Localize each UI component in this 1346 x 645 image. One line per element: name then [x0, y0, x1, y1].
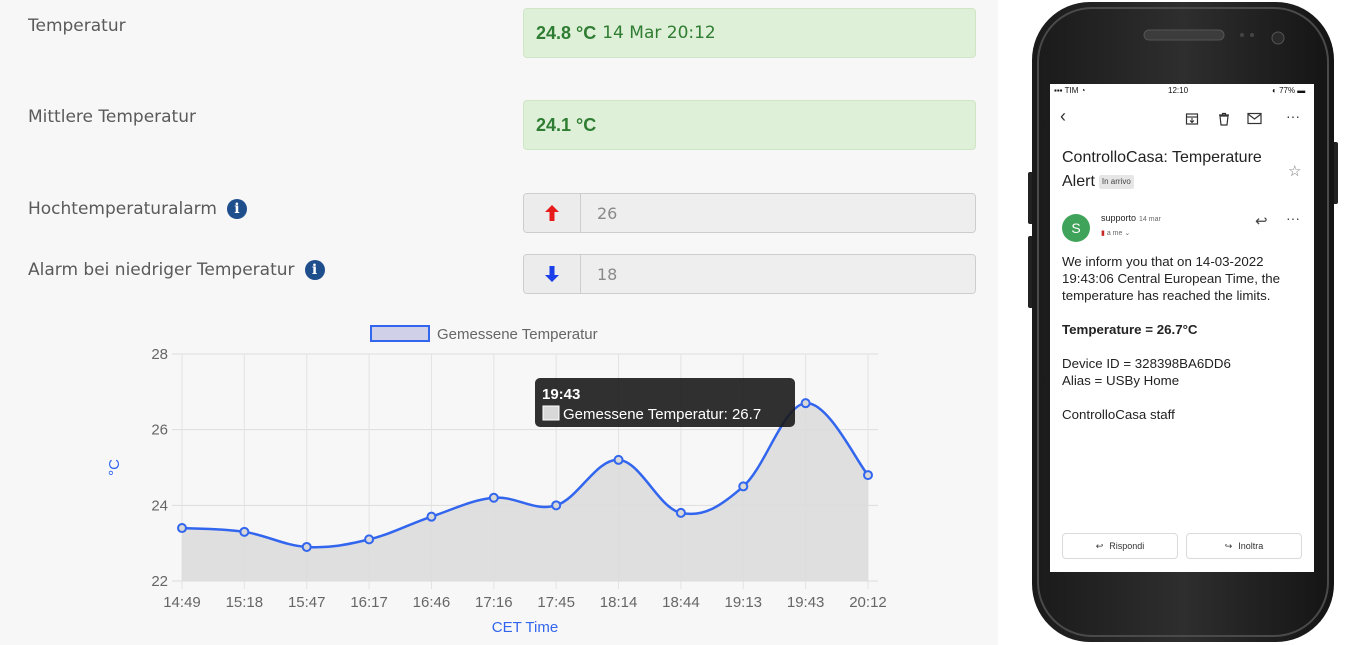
data-point [239, 526, 250, 537]
high-alarm-label-text: Hochtemperaturalarm [28, 199, 217, 219]
lock-icon: ▮ [1101, 230, 1105, 237]
inbox-tag: In arrivo [1098, 175, 1134, 189]
tooltip-title: 19:43 [542, 386, 580, 403]
sender-line: supporto 14 mar [1101, 213, 1161, 223]
y-tick-label: 26 [151, 422, 168, 439]
reply-icon: ↩ [1095, 540, 1104, 551]
x-tick-label: 16:46 [413, 594, 451, 611]
temperature-value-box: 24.8 °C 14 Mar 20:12 [523, 8, 976, 58]
temperature-chart: 22 24 26 28 14:49 15:18 15:47 16:17 16:46 17:16 17… [106, 325, 887, 636]
sender-name: supporto [1101, 213, 1137, 223]
forward-icon: ↪ [1224, 540, 1233, 551]
status-battery: ◐ 77% ▬ [1272, 86, 1306, 95]
data-point [675, 507, 686, 518]
info-icon[interactable]: i [304, 260, 325, 280]
reply-icon[interactable]: ↩ [1255, 212, 1268, 230]
arrow-up-icon [524, 194, 581, 232]
y-tick-label: 22 [151, 573, 168, 590]
temperature-value: 24.8 °C [536, 22, 597, 43]
phone-device: ▪▪▪ TIM ◔ 12:10 ◐ 77% ▬ ‹ ··· ControlloC… [1002, 0, 1346, 645]
phone-screen: ▪▪▪ TIM ◔ 12:10 ◐ 77% ▬ ‹ ··· ControlloC… [1050, 84, 1314, 572]
data-point [863, 470, 873, 481]
x-tick-label: 17:16 [475, 594, 513, 611]
email-temperature-line: Temperature = 26.7°C [1062, 322, 1198, 337]
more-icon[interactable]: ··· [1286, 108, 1300, 124]
x-tick-label: 19:13 [724, 594, 762, 611]
legend-swatch [370, 325, 430, 342]
recipient-line[interactable]: ▮ a me ⌄ [1101, 229, 1130, 237]
data-point [800, 398, 811, 409]
low-alarm-label: Alarm bei niedriger Temperatur i [28, 260, 325, 280]
tooltip-swatch [542, 405, 560, 421]
email-device-id: Device ID = 328398BA6DD6 [1062, 356, 1231, 371]
x-tick-label: 20:12 [849, 594, 887, 611]
email-signature: ControlloCasa staff [1062, 407, 1175, 422]
y-tick-label: 24 [151, 497, 168, 514]
data-point [364, 534, 375, 545]
x-tick-label: 16:17 [350, 594, 388, 611]
data-point [738, 481, 749, 492]
data-point [488, 492, 499, 503]
back-icon[interactable]: ‹ [1060, 106, 1066, 127]
data-point [301, 541, 312, 552]
mail-icon[interactable] [1247, 112, 1262, 125]
status-carrier: ▪▪▪ TIM ◔ [1054, 86, 1086, 95]
star-icon[interactable]: ☆ [1288, 162, 1301, 180]
y-tick-label: 28 [151, 346, 168, 363]
x-tick-label: 15:47 [288, 594, 326, 611]
email-subject: ControlloCasa: Temperature Alert In arriv… [1062, 149, 1262, 190]
x-tick-label: 15:18 [226, 594, 264, 611]
low-alarm-field [523, 254, 976, 294]
x-tick-label: 14:49 [163, 594, 201, 611]
data-point [177, 523, 187, 534]
email-date: 14 mar [1139, 216, 1161, 223]
x-tick-label: 18:14 [600, 594, 638, 611]
forward-button[interactable]: ↪ Inoltra [1186, 533, 1302, 559]
sender-avatar: S [1062, 214, 1090, 242]
tooltip-text: Gemessene Temperatur: 26.7 [563, 406, 761, 423]
data-point [613, 454, 624, 465]
temperature-timestamp: 14 Mar 20:12 [602, 23, 716, 43]
low-alarm-label-text: Alarm bei niedriger Temperatur [28, 260, 295, 280]
email-body-intro: We inform you that on 14-03-2022 19:43:0… [1062, 254, 1281, 303]
archive-icon[interactable] [1185, 112, 1199, 126]
temperature-label: Temperatur [28, 16, 126, 36]
arrow-down-icon [524, 255, 581, 293]
dashboard-panel: Temperatur 24.8 °C 14 Mar 20:12 Mittlere… [0, 0, 998, 645]
avg-temperature-label: Mittlere Temperatur [28, 107, 196, 127]
y-axis-title: °C [106, 459, 123, 476]
low-alarm-input[interactable] [581, 255, 975, 293]
status-time: 12:10 [1168, 86, 1189, 95]
info-icon[interactable]: i [226, 199, 247, 219]
x-tick-label: 19:43 [787, 594, 825, 611]
reply-button[interactable]: ↩ Rispondi [1062, 533, 1178, 559]
x-tick-label: 17:45 [537, 594, 575, 611]
email-alias: Alias = USBy Home [1062, 373, 1180, 388]
high-alarm-input[interactable] [581, 194, 975, 232]
legend-label: Gemessene Temperatur [437, 326, 598, 343]
data-point [426, 511, 437, 522]
avg-temperature-value: 24.1 °C [536, 114, 597, 135]
high-alarm-label: Hochtemperaturalarm i [28, 199, 247, 219]
trash-icon[interactable] [1217, 112, 1231, 126]
avg-temperature-value-box: 24.1 °C [523, 100, 976, 150]
more-icon[interactable]: ··· [1286, 210, 1300, 226]
x-tick-label: 18:44 [662, 594, 700, 611]
data-point [551, 500, 562, 511]
x-axis-title: CET Time [492, 619, 558, 636]
email-body: We inform you that on 14-03-2022 19:43:0… [1062, 253, 1308, 423]
high-alarm-field [523, 193, 976, 233]
